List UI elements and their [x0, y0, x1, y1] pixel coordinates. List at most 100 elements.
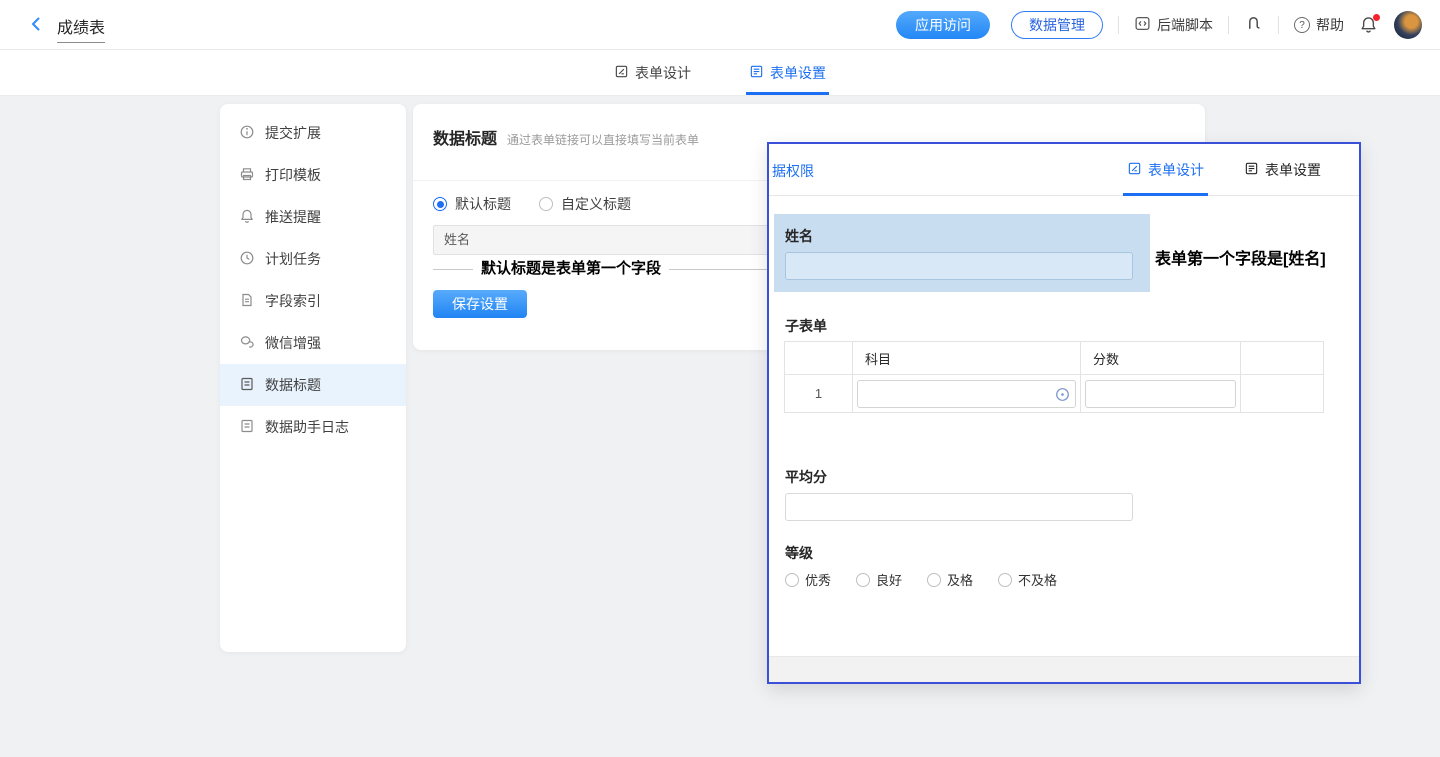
sidebar-item-label: 打印模板 — [265, 165, 321, 185]
divider — [1278, 16, 1279, 34]
form-title[interactable]: 成绩表 — [57, 14, 105, 43]
list-icon — [239, 418, 255, 437]
help-label: 帮助 — [1316, 15, 1344, 35]
notification-dot — [1373, 14, 1380, 21]
form-design-icon — [614, 64, 629, 82]
radio-unchecked-icon — [927, 573, 941, 587]
sidebar-item-print-template[interactable]: 打印模板 — [220, 154, 406, 196]
subject-column-header: 科目 — [853, 342, 1081, 375]
panel-hint: 通过表单链接可以直接填写当前表单 — [507, 131, 699, 148]
radio-unchecked-icon — [785, 573, 799, 587]
grade-option-excellent[interactable]: 优秀 — [785, 570, 831, 589]
radio-label: 默认标题 — [455, 194, 511, 214]
radio-unchecked-icon — [856, 573, 870, 587]
form-settings-icon — [749, 64, 764, 82]
sidebar-item-push-reminder[interactable]: 推送提醒 — [220, 196, 406, 238]
score-column-header: 分数 — [1081, 342, 1241, 375]
radio-label: 自定义标题 — [561, 194, 631, 214]
info-icon — [239, 124, 255, 143]
tab-label: 表单设置 — [770, 63, 826, 83]
name-input[interactable] — [785, 252, 1133, 280]
app-access-button[interactable]: 应用访问 — [896, 11, 990, 39]
document-icon — [239, 292, 255, 311]
tab-form-settings[interactable]: 表单设置 — [749, 50, 826, 95]
settings-sidebar: 提交扩展 打印模板 推送提醒 计划任务 字段索引 微信增强 数据标题 数据助手 — [220, 104, 406, 652]
annotation-text: 默认标题是表单第一个字段 — [473, 258, 669, 280]
preview-tab-form-design[interactable]: 表单设计 — [1127, 144, 1204, 196]
select-data-icon[interactable] — [1055, 387, 1070, 405]
divider — [1228, 16, 1229, 34]
sidebar-item-label: 数据助手日志 — [265, 417, 349, 437]
radio-default-title[interactable]: 默认标题 — [433, 194, 511, 214]
data-permission-tab[interactable]: 据权限 — [772, 161, 814, 181]
grade-option-label: 良好 — [876, 570, 902, 589]
grade-option-good[interactable]: 良好 — [856, 570, 902, 589]
back-button[interactable] — [26, 15, 46, 35]
sidebar-item-submit-extension[interactable]: 提交扩展 — [220, 112, 406, 154]
sidebar-item-label: 提交扩展 — [265, 123, 321, 143]
sidebar-item-data-title[interactable]: 数据标题 — [220, 364, 406, 406]
actions-column-header — [1241, 342, 1324, 375]
average-label: 平均分 — [785, 467, 827, 487]
panel-title: 数据标题 — [433, 125, 497, 149]
grade-option-pass[interactable]: 及格 — [927, 570, 973, 589]
grade-option-fail[interactable]: 不及格 — [998, 570, 1057, 589]
average-input[interactable] — [785, 493, 1133, 521]
header-actions: 应用访问 数据管理 后端脚本 ? 帮助 — [896, 0, 1422, 50]
tab-form-design[interactable]: 表单设计 — [614, 50, 691, 95]
name-field-label: 姓名 — [785, 226, 813, 246]
grade-option-label: 及格 — [947, 570, 973, 589]
preview-header: 据权限 表单设计 表单设置 — [769, 144, 1359, 196]
row-number-cell: 1 — [785, 375, 853, 413]
title-mode-radios: 默认标题 自定义标题 — [433, 194, 631, 214]
sidebar-item-label: 计划任务 — [265, 249, 321, 269]
radio-custom-title[interactable]: 自定义标题 — [539, 194, 631, 214]
subform-label: 子表单 — [785, 316, 827, 336]
panel-header: 数据标题 通过表单链接可以直接填写当前表单 — [433, 125, 699, 149]
code-icon — [1134, 15, 1151, 35]
app-window: 成绩表 应用访问 数据管理 后端脚本 ? 帮助 — [0, 0, 1440, 757]
sidebar-item-label: 推送提醒 — [265, 207, 321, 227]
sidebar-item-scheduled-task[interactable]: 计划任务 — [220, 238, 406, 280]
wechat-icon — [239, 334, 255, 353]
subform-header-row: 科目 分数 — [785, 342, 1324, 375]
subform-row: 1 — [785, 375, 1324, 413]
sidebar-item-label: 微信增强 — [265, 333, 321, 353]
sidebar-item-field-index[interactable]: 字段索引 — [220, 280, 406, 322]
form-settings-icon — [1244, 161, 1259, 179]
subform-table: 科目 分数 1 — [784, 341, 1324, 413]
score-input[interactable] — [1085, 380, 1236, 408]
notifications-button[interactable] — [1359, 15, 1379, 35]
preview-tabs: 表单设计 表单设置 — [1127, 144, 1321, 196]
help-icon: ? — [1294, 17, 1310, 33]
avatar[interactable] — [1394, 11, 1422, 39]
tab-label: 表单设计 — [635, 63, 691, 83]
radio-checked-icon — [433, 197, 447, 211]
data-manage-button[interactable]: 数据管理 — [1011, 11, 1103, 39]
grade-label: 等级 — [785, 543, 813, 563]
main-tabbar: 表单设计 表单设置 — [0, 50, 1440, 96]
grade-options: 优秀 良好 及格 不及格 — [785, 570, 1057, 589]
subject-input[interactable] — [857, 380, 1076, 408]
row-number-header — [785, 342, 853, 375]
clock-icon — [239, 250, 255, 269]
save-settings-button[interactable]: 保存设置 — [433, 290, 527, 318]
tab-label: 表单设置 — [1265, 160, 1321, 180]
sidebar-item-data-assistant-log[interactable]: 数据助手日志 — [220, 406, 406, 448]
sidebar-item-label: 字段索引 — [265, 291, 321, 311]
radio-unchecked-icon — [539, 197, 553, 211]
sidebar-item-wechat-enhance[interactable]: 微信增强 — [220, 322, 406, 364]
radio-unchecked-icon — [998, 573, 1012, 587]
subject-cell — [853, 375, 1081, 413]
help-button[interactable]: ? 帮助 — [1294, 15, 1344, 35]
integration-icon[interactable] — [1244, 13, 1263, 37]
backend-script-button[interactable]: 后端脚本 — [1134, 15, 1213, 35]
tab-label: 表单设计 — [1148, 160, 1204, 180]
preview-annotation: 表单第一个字段是[姓名] — [1155, 245, 1326, 269]
score-cell — [1081, 375, 1241, 413]
printer-icon — [239, 166, 255, 185]
grade-option-label: 优秀 — [805, 570, 831, 589]
sidebar-item-label: 数据标题 — [265, 375, 321, 395]
divider — [1118, 16, 1119, 34]
preview-tab-form-settings[interactable]: 表单设置 — [1244, 144, 1321, 196]
